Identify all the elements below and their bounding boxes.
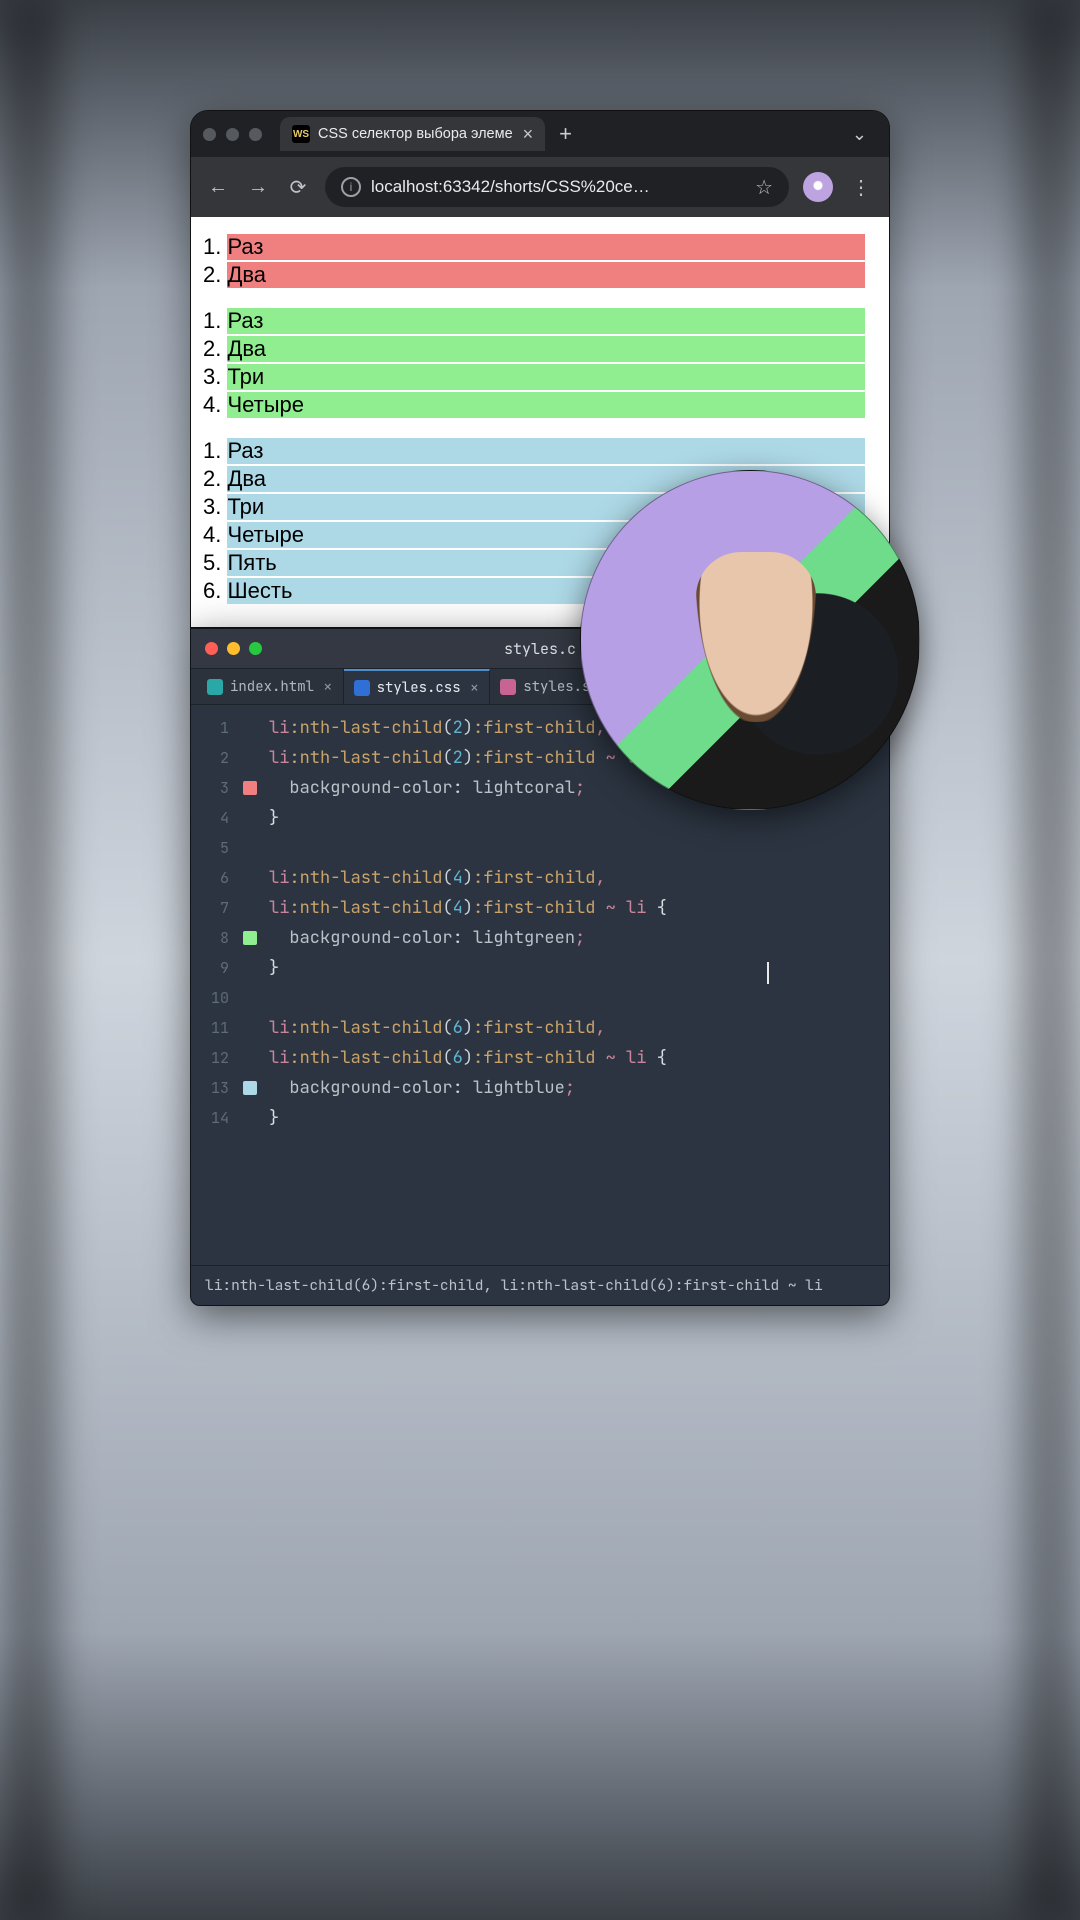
color-swatch-icon[interactable] [243, 931, 257, 945]
editor-tab-styles-css[interactable]: styles.css × [344, 669, 491, 704]
forward-button[interactable]: → [245, 176, 271, 199]
editor-tab-index-html[interactable]: index.html × [197, 669, 344, 704]
browser-toolbar: ← → ⟳ i localhost:63342/shorts/CSS%20се…… [191, 157, 889, 217]
color-swatch-gutter [239, 705, 261, 1265]
close-tab-icon[interactable]: × [523, 124, 534, 145]
text-cursor-icon [767, 962, 769, 984]
reload-button[interactable]: ⟳ [285, 175, 311, 200]
ws-favicon-icon: WS [292, 125, 310, 143]
list-item: Два [203, 261, 877, 289]
ordered-list: РазДваТриЧетыре [203, 307, 877, 419]
site-info-icon[interactable]: i [341, 177, 361, 197]
code-line[interactable]: li:nth-last-child(4):first-child ~ li { [269, 893, 881, 923]
code-line[interactable]: } [269, 1103, 881, 1133]
ordered-list: РазДва [203, 233, 877, 289]
code-line[interactable]: } [269, 953, 881, 983]
html-file-icon [207, 679, 223, 695]
list-item: Три [203, 363, 877, 391]
list-item: Раз [203, 307, 877, 335]
editor-tab-label: styles.css [377, 679, 461, 697]
tab-title: CSS селектор выбора элеме [318, 126, 513, 142]
editor-title: styles.c [504, 639, 576, 659]
bookmark-icon[interactable]: ☆ [755, 175, 773, 200]
code-line[interactable]: li:nth-last-child(6):first-child, [269, 1013, 881, 1043]
minimize-icon[interactable] [226, 128, 239, 141]
close-tab-icon[interactable]: × [470, 677, 480, 698]
list-item: Раз [203, 437, 877, 465]
code-line[interactable]: background-color: lightblue; [269, 1073, 881, 1103]
code-line[interactable]: li:nth-last-child(4):first-child, [269, 863, 881, 893]
close-icon[interactable] [205, 642, 218, 655]
tabs-dropdown-icon[interactable]: ⌄ [842, 118, 877, 151]
code-line[interactable]: li:nth-last-child(6):first-child ~ li { [269, 1043, 881, 1073]
code-line[interactable] [269, 833, 881, 863]
code-line[interactable] [269, 983, 881, 1013]
back-button[interactable]: ← [205, 176, 231, 199]
webcam-overlay [580, 470, 920, 810]
window-controls[interactable] [203, 128, 262, 141]
list-item: Два [203, 335, 877, 363]
color-swatch-icon[interactable] [243, 781, 257, 795]
code-line[interactable]: background-color: lightgreen; [269, 923, 881, 953]
browser-menu-icon[interactable]: ⋮ [847, 175, 875, 200]
window-controls[interactable] [205, 642, 262, 655]
minimize-icon[interactable] [227, 642, 240, 655]
url-text: localhost:63342/shorts/CSS%20се… [371, 177, 745, 197]
browser-tabbar: WS CSS селектор выбора элеме × + ⌄ [191, 111, 889, 157]
close-tab-icon[interactable]: × [323, 676, 333, 697]
css-file-icon [354, 680, 370, 696]
maximize-icon[interactable] [249, 642, 262, 655]
new-tab-button[interactable]: + [559, 121, 572, 147]
code-line[interactable]: } [269, 803, 881, 833]
close-icon[interactable] [203, 128, 216, 141]
scss-file-icon [500, 679, 516, 695]
line-gutter: 1234567891011121314 [191, 705, 239, 1265]
list-item: Раз [203, 233, 877, 261]
profile-avatar[interactable] [803, 172, 833, 202]
editor-tab-label: index.html [230, 678, 314, 696]
address-bar[interactable]: i localhost:63342/shorts/CSS%20се… ☆ [325, 167, 789, 207]
color-swatch-icon[interactable] [243, 1081, 257, 1095]
browser-tab[interactable]: WS CSS селектор выбора элеме × [280, 117, 545, 151]
maximize-icon[interactable] [249, 128, 262, 141]
selector-breadcrumb[interactable]: li:nth-last-child(6):first-child, li:nth… [191, 1265, 889, 1305]
list-item: Четыре [203, 391, 877, 419]
